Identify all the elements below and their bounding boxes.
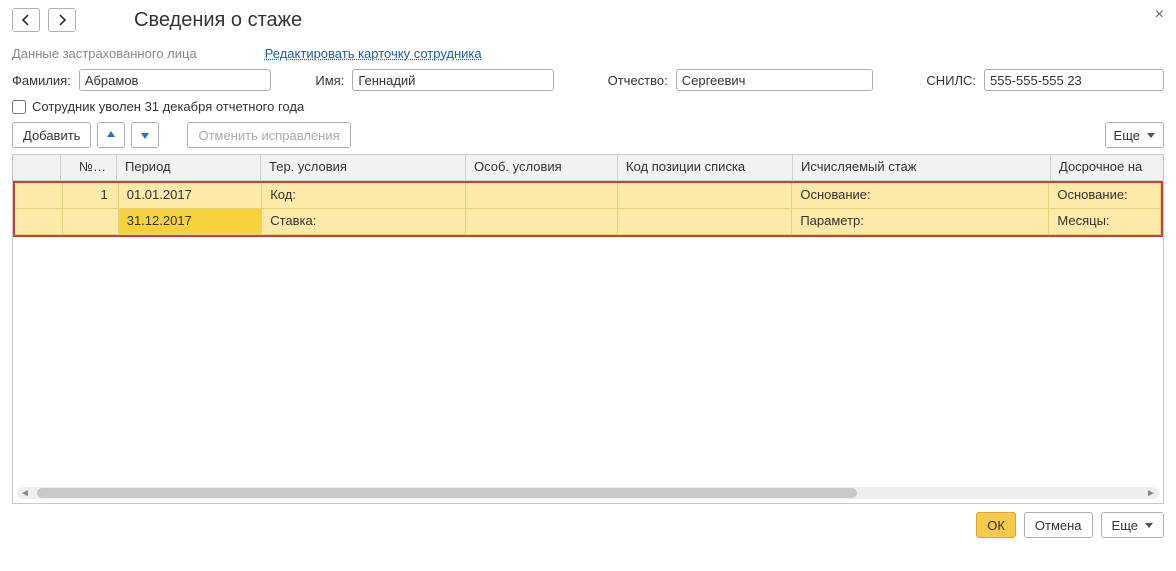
- cell-period-end: 31.12.2017: [119, 209, 263, 234]
- edit-employee-link[interactable]: Редактировать карточку сотрудника: [265, 46, 482, 61]
- move-down-button[interactable]: [131, 122, 159, 148]
- scroll-right-icon[interactable]: ►: [1145, 487, 1157, 499]
- move-up-button[interactable]: [97, 122, 125, 148]
- surname-label: Фамилия:: [12, 73, 71, 88]
- snils-label: СНИЛС:: [926, 73, 976, 88]
- patronymic-input[interactable]: [676, 69, 873, 91]
- scroll-left-icon[interactable]: ◄: [19, 487, 31, 499]
- col-select: [13, 155, 61, 180]
- seniority-grid[interactable]: №… Период Тер. условия Особ. условия Код…: [12, 154, 1164, 504]
- fired-checkbox[interactable]: [12, 100, 26, 114]
- cell-ter-rate: Ставка:: [262, 209, 466, 234]
- undo-corrections-button[interactable]: Отменить исправления: [187, 122, 350, 148]
- footer-more-button[interactable]: Еще: [1101, 512, 1164, 538]
- page-title: Сведения о стаже: [134, 9, 302, 32]
- name-label: Имя:: [315, 73, 344, 88]
- col-isch[interactable]: Исчисляемый стаж: [793, 155, 1051, 180]
- ok-button[interactable]: ОК: [976, 512, 1016, 538]
- name-input[interactable]: [352, 69, 554, 91]
- snils-input[interactable]: [984, 69, 1164, 91]
- horizontal-scrollbar[interactable]: ◄ ►: [17, 487, 1159, 499]
- surname-input[interactable]: [79, 69, 272, 91]
- col-ter[interactable]: Тер. условия: [261, 155, 466, 180]
- cell-dosr-months: Месяцы:: [1049, 209, 1161, 234]
- toolbar-more-button[interactable]: Еще: [1105, 122, 1164, 148]
- cancel-button[interactable]: Отмена: [1024, 512, 1093, 538]
- patronymic-label: Отчество:: [608, 73, 668, 88]
- chevron-down-icon: [1147, 133, 1155, 138]
- col-osob[interactable]: Особ. условия: [466, 155, 618, 180]
- nav-forward-button[interactable]: [48, 8, 76, 32]
- cell-period-start: 01.01.2017: [119, 183, 263, 208]
- table-row[interactable]: 1 01.01.2017 Код: Основание: Основание: …: [13, 181, 1163, 237]
- cell-num: 1: [63, 183, 119, 208]
- close-icon[interactable]: ×: [1155, 6, 1164, 24]
- nav-back-button[interactable]: [12, 8, 40, 32]
- col-num[interactable]: №…: [61, 155, 117, 180]
- chevron-down-icon: [1145, 523, 1153, 528]
- cell-ter-code: Код:: [262, 183, 466, 208]
- cell-isch-basis: Основание:: [792, 183, 1049, 208]
- insured-section-label: Данные застрахованного лица: [12, 46, 197, 61]
- fired-checkbox-label: Сотрудник уволен 31 декабря отчетного го…: [32, 99, 304, 114]
- col-dosr[interactable]: Досрочное на: [1051, 155, 1163, 180]
- cell-isch-param: Параметр:: [792, 209, 1049, 234]
- col-kod[interactable]: Код позиции списка: [618, 155, 793, 180]
- add-button[interactable]: Добавить: [12, 122, 91, 148]
- cell-dosr-basis: Основание:: [1049, 183, 1161, 208]
- col-period[interactable]: Период: [117, 155, 261, 180]
- scroll-thumb[interactable]: [37, 488, 857, 498]
